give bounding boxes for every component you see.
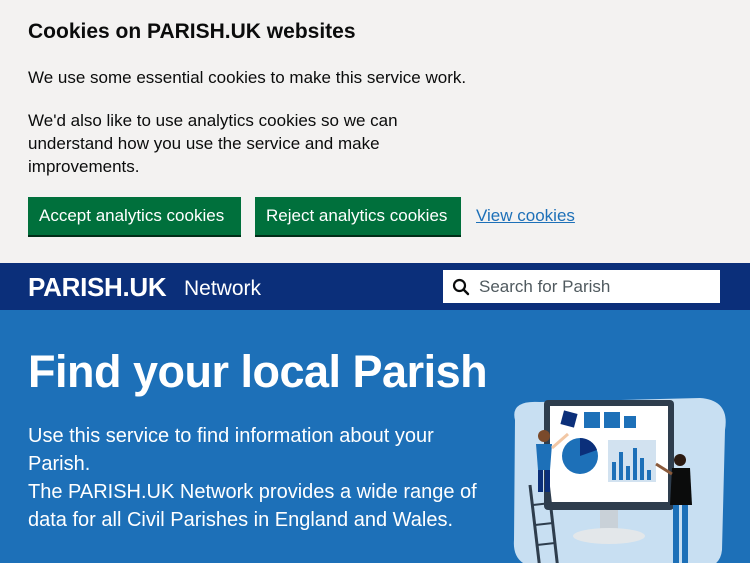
search-icon[interactable] xyxy=(443,270,479,303)
cookie-banner: Cookies on PARISH.UK websites We use som… xyxy=(0,0,750,263)
hero-network-text: The PARISH.UK Network provides a wide ra… xyxy=(28,481,477,531)
hero-intro-text: Use this service to find information abo… xyxy=(28,425,434,475)
site-header: PARISH.UK Network xyxy=(0,263,750,310)
reject-analytics-button[interactable]: Reject analytics cookies xyxy=(255,197,461,235)
search-input[interactable] xyxy=(479,270,720,303)
accept-analytics-button[interactable]: Accept analytics cookies xyxy=(28,197,241,235)
hero-illustration xyxy=(513,398,726,563)
site-logo[interactable]: PARISH.UK xyxy=(28,272,167,303)
cookie-banner-title: Cookies on PARISH.UK websites xyxy=(28,20,356,43)
hero-section: Find your local Parish Use this service … xyxy=(0,310,750,563)
site-subtitle: Network xyxy=(184,277,262,300)
page-title: Find your local Parish xyxy=(28,346,488,397)
hero-description: Use this service to find information abo… xyxy=(28,422,488,534)
cookie-analytics-text: We'd also like to use analytics cookies … xyxy=(28,111,398,176)
view-cookies-link[interactable]: View cookies xyxy=(476,206,575,226)
search-box[interactable] xyxy=(443,270,720,303)
cookie-essential-text: We use some essential cookies to make th… xyxy=(28,68,467,87)
